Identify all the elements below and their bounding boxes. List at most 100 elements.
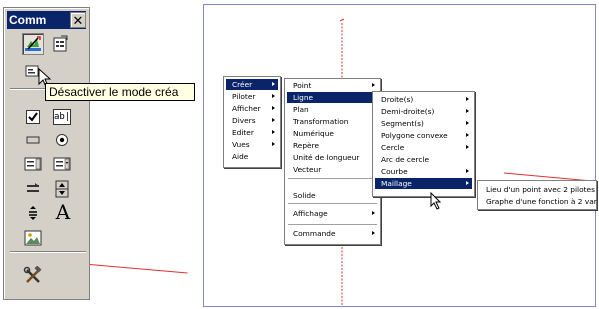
- menu-item-label: Unité de longueur: [293, 153, 360, 162]
- menu-item-demi-droite-s[interactable]: Demi-droite(s): [375, 106, 472, 117]
- menu-item-label: Solide: [293, 191, 316, 200]
- radio-icon: [56, 134, 68, 146]
- option-button-control-button[interactable]: [51, 129, 73, 151]
- submenu-arrow-icon: [372, 231, 375, 235]
- menu-item-label: Polygone convexe: [381, 131, 448, 140]
- menu-item-lieu-d-un-point-avec-2-pilotes[interactable]: Lieu d'un point avec 2 pilotes: [480, 184, 595, 195]
- scroll-bar-control-button[interactable]: [22, 202, 44, 224]
- menu-item-label: Arc de cercle: [381, 155, 430, 164]
- menu-item-label: Repère: [293, 141, 320, 150]
- submenu-arrow-icon: [272, 130, 275, 134]
- menu-item-label: Demi-droite(s): [381, 107, 435, 116]
- menu-item-repere[interactable]: Repère: [287, 140, 378, 151]
- menu-item-label: Cercle: [381, 143, 405, 152]
- checkbox-control-button[interactable]: [22, 106, 44, 128]
- menu-item-divers[interactable]: Divers: [226, 115, 278, 126]
- submenu-arrow-icon: [466, 97, 469, 101]
- toggle-button-icon: [27, 183, 39, 192]
- menu-item-label: Divers: [232, 116, 256, 125]
- menu-item-label: Segment(s): [381, 119, 424, 128]
- menu-item-plan[interactable]: Plan: [287, 104, 378, 115]
- toggle-button-control-button[interactable]: [22, 178, 44, 200]
- submenu-ligne: Droite(s) Demi-droite(s) Segment(s) Polygon…: [372, 91, 475, 197]
- menu-item-droite-s[interactable]: Droite(s): [375, 94, 472, 105]
- menu-item-maillage[interactable]: Maillage: [375, 178, 472, 189]
- menu-item-numerique[interactable]: Numérique: [287, 128, 378, 139]
- menu-item-label: Courbe: [381, 167, 408, 176]
- list-box-control-button[interactable]: [22, 153, 44, 175]
- image-icon: [24, 230, 42, 246]
- menu-item-courbe[interactable]: Courbe: [375, 166, 472, 177]
- menu-item-segment-s[interactable]: Segment(s): [375, 118, 472, 129]
- command-button-icon: [26, 136, 40, 144]
- spin-button-control-button[interactable]: [51, 178, 73, 200]
- menu-item-label: Vues: [232, 140, 250, 149]
- context-menu-main: Créer Piloter Afficher Divers Editer Vues Aide: [223, 76, 281, 168]
- menu-item-cercle[interactable]: Cercle: [375, 142, 472, 153]
- checkbox-icon: [26, 110, 40, 124]
- menu-item-graphe-d-une-fonction-a-2-var[interactable]: Graphe d'une fonction à 2 var: [480, 196, 597, 207]
- submenu-arrow-icon: [466, 109, 469, 113]
- menu-item-vecteur[interactable]: Vecteur: [287, 164, 378, 175]
- menu-item-ligne[interactable]: Ligne: [287, 92, 378, 103]
- tooltip: Désactiver le mode créa: [45, 83, 195, 101]
- image-control-button[interactable]: [22, 227, 44, 249]
- menu-item-label: Point: [293, 81, 312, 90]
- submenu-arrow-icon: [272, 94, 275, 98]
- menu-item-label: Droite(s): [381, 95, 414, 104]
- textbox-control-button[interactable]: ab|: [51, 106, 73, 128]
- menu-item-label: Ligne: [293, 93, 314, 102]
- menu-item-aide[interactable]: Aide: [226, 151, 278, 162]
- design-mode-button[interactable]: [22, 33, 44, 55]
- menu-item-label: Créer: [232, 80, 253, 89]
- menu-item-label: Aide: [232, 152, 249, 161]
- design-mode-icon: [25, 36, 41, 51]
- menu-item-label: Numérique: [293, 129, 334, 138]
- menu-item-affichage[interactable]: Affichage: [287, 208, 378, 219]
- menu-item-creer[interactable]: Créer: [226, 79, 278, 90]
- menu-item-label: Graphe d'une fonction à 2 var: [486, 197, 597, 206]
- submenu-creer: Point Ligne Plan Transformation Numérique Rep…: [284, 78, 381, 245]
- menu-separator: [288, 178, 377, 180]
- submenu-arrow-icon: [272, 142, 275, 146]
- command-button-control-button[interactable]: [22, 129, 44, 151]
- list-box-icon: [24, 157, 42, 171]
- more-controls-button[interactable]: [22, 265, 44, 287]
- menu-item-piloter[interactable]: Piloter: [226, 91, 278, 102]
- menu-item-unite-de-longueur[interactable]: Unité de longueur: [287, 152, 378, 163]
- menu-item-point[interactable]: Point: [287, 80, 378, 91]
- submenu-arrow-icon: [466, 169, 469, 173]
- menu-item-label: Editer: [232, 128, 254, 137]
- menu-item-label: Afficher: [232, 104, 261, 113]
- properties-button[interactable]: [49, 33, 71, 55]
- menu-item-label: Affichage: [293, 209, 328, 218]
- scroll-bar-icon: [29, 206, 37, 220]
- submenu-arrow-icon: [272, 106, 275, 110]
- toolbox-titlebar[interactable]: Comm ✕: [7, 11, 86, 29]
- submenu-arrow-icon: [272, 82, 275, 86]
- submenu-arrow-icon: [466, 181, 469, 185]
- label-control-button[interactable]: A: [51, 201, 75, 223]
- menu-item-solide[interactable]: Solide: [287, 190, 378, 201]
- menu-item-label: Maillage: [381, 179, 412, 188]
- menu-item-afficher[interactable]: Afficher: [226, 103, 278, 114]
- submenu-arrow-icon: [372, 211, 375, 215]
- menu-item-label: Vecteur: [293, 165, 322, 174]
- menu-item-label: Piloter: [232, 92, 256, 101]
- menu-separator: [288, 203, 377, 205]
- submenu-maillage: Lieu d'un point avec 2 pilotes Graphe d'u…: [477, 180, 597, 210]
- menu-item-editer[interactable]: Editer: [226, 127, 278, 138]
- close-icon[interactable]: ✕: [70, 12, 86, 28]
- combo-box-control-button[interactable]: [51, 153, 73, 175]
- axis-line: [89, 264, 188, 274]
- label-icon: A: [55, 200, 71, 224]
- textbox-icon: ab|: [53, 109, 71, 125]
- submenu-arrow-icon: [372, 83, 375, 87]
- menu-item-commande[interactable]: Commande: [287, 228, 378, 239]
- menu-item-polygone-convexe[interactable]: Polygone convexe: [375, 130, 472, 141]
- menu-item-arc-de-cercle[interactable]: Arc de cercle: [375, 154, 472, 165]
- properties-icon: [53, 35, 68, 52]
- menu-item-transformation[interactable]: Transformation: [287, 116, 378, 127]
- menu-item-label: Commande: [293, 229, 336, 238]
- menu-item-vues[interactable]: Vues: [226, 139, 278, 150]
